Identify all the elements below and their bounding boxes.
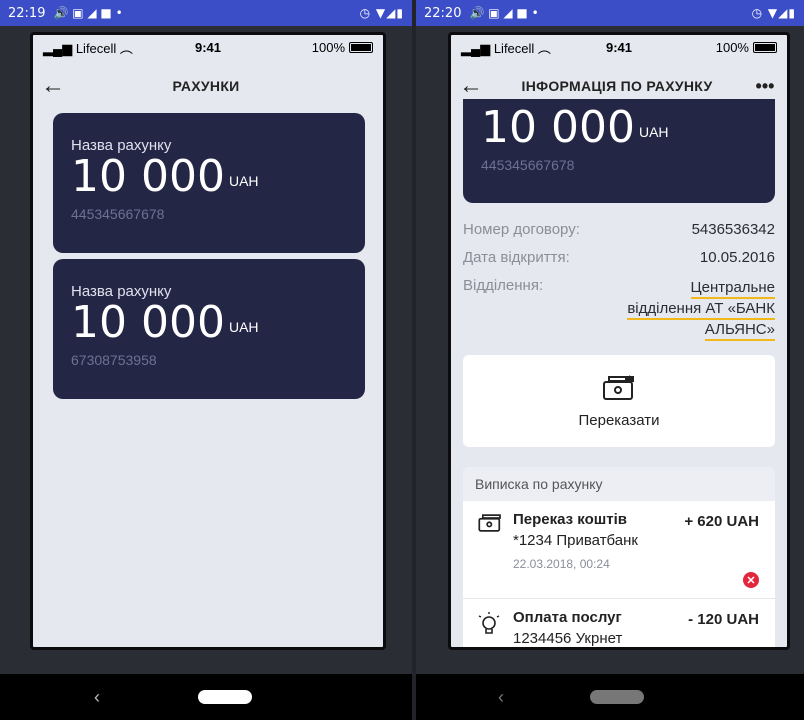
account-card-1[interactable]: Назва рахунку 10 000 UAH 445345667678 <box>53 113 365 253</box>
transfer-button[interactable]: Переказати <box>463 355 775 447</box>
android-time: 22:19 <box>8 5 46 21</box>
nav-back-icon[interactable]: ‹ <box>498 687 504 708</box>
ios-status-bar: ▂▄▆ Lifecell ︵ 9:41 100% <box>451 35 787 59</box>
page-title: РАХУНКИ <box>172 78 240 94</box>
transaction-row[interactable]: Переказ коштів + 620 UAH *1234 Приватбан… <box>463 501 775 599</box>
branch-label: Відділення: <box>463 277 544 294</box>
android-time: 22:20 <box>424 5 462 21</box>
transaction-amount: - 120 UAH <box>688 611 759 628</box>
android-status-bar-right: 22:20 🔊 ▣ ◢ ■ • ◷ ▼◢▮ <box>416 0 804 26</box>
home-pill-icon[interactable] <box>590 690 644 704</box>
ios-status-bar: ▂▄▆ Lifecell ︵ 9:41 100% <box>33 35 383 59</box>
account-number: 67308753958 <box>71 352 157 368</box>
branch-value: Центральне відділення АТ «БАНК АЛЬЯНС» <box>627 277 775 341</box>
nav-bar: ← ІНФОРМАЦІЯ ПО РАХУНКУ ••• <box>451 63 787 109</box>
account-currency: UAH <box>228 319 259 335</box>
transaction-row[interactable]: Оплата послуг - 120 UAH 1234456 Укрнет <box>463 599 775 647</box>
account-currency: UAH <box>638 124 669 140</box>
nav-back-icon[interactable]: ‹ <box>94 687 100 708</box>
android-nav-bar-left: ‹ <box>0 674 412 720</box>
error-status-icon: ✕ <box>743 572 759 588</box>
account-card-2[interactable]: Назва рахунку 10 000 UAH 67308753958 <box>53 259 365 399</box>
android-indicators: 🔊 ▣ ◢ ■ • <box>53 6 123 20</box>
account-amount: 10 000 <box>71 297 225 348</box>
android-indicators: 🔊 ▣ ◢ ■ • <box>469 6 539 20</box>
battery-percent: 100% <box>311 39 345 55</box>
back-arrow-icon[interactable]: ← <box>33 72 73 100</box>
more-icon[interactable]: ••• <box>743 76 787 97</box>
account-amount: 10 000 <box>481 102 635 153</box>
transaction-subtitle: *1234 Приватбанк <box>513 532 638 549</box>
transfer-label: Переказати <box>578 411 660 429</box>
account-amount: 10 000 <box>71 151 225 202</box>
contract-row: Номер договору: 5436536342 <box>451 221 787 238</box>
opened-value: 10.05.2016 <box>699 249 775 266</box>
contract-value: 5436536342 <box>691 221 775 238</box>
nav-bar: ← РАХУНКИ <box>33 63 383 109</box>
money-transfer-icon <box>478 514 501 532</box>
carrier-name: Lifecell <box>75 40 117 56</box>
android-status-bar-left: 22:19 🔊 ▣ ◢ ■ • ◷ ▼◢▮ <box>0 0 412 26</box>
opened-label: Дата відкриття: <box>463 249 570 266</box>
android-system-icons: ◷ ▼◢▮ <box>359 6 404 20</box>
branch-line-3: АЛЬЯНС» <box>704 321 775 341</box>
statement-panel: Виписка по рахунку Переказ коштів + 620 … <box>463 467 775 647</box>
battery-percent: 100% <box>715 39 749 55</box>
battery-icon <box>752 41 777 53</box>
screen-right: ▂▄▆ Lifecell ︵ 9:41 100% ← ІНФОРМАЦІЯ ПО… <box>448 32 790 650</box>
home-pill-icon[interactable] <box>198 690 252 704</box>
contract-label: Номер договору: <box>463 221 580 238</box>
signal-icon: ▂▄▆ <box>43 40 76 56</box>
battery-icon <box>349 41 373 53</box>
account-number: 445345667678 <box>481 157 575 173</box>
wifi-icon: ︵ <box>534 40 551 56</box>
branch-line-1: Центральне <box>690 279 775 299</box>
ios-clock: 9:41 <box>194 39 222 55</box>
statement-header: Виписка по рахунку <box>463 467 775 501</box>
wifi-icon: ︵ <box>116 40 133 56</box>
signal-icon: ▂▄▆ <box>461 40 494 56</box>
opened-row: Дата відкриття: 10.05.2016 <box>451 249 787 266</box>
money-transfer-icon <box>603 374 634 400</box>
ios-clock: 9:41 <box>605 39 632 55</box>
branch-line-2: відділення АТ «БАНК <box>627 300 775 320</box>
lightbulb-icon <box>478 612 500 634</box>
account-currency: UAH <box>228 173 259 189</box>
page-title: ІНФОРМАЦІЯ ПО РАХУНКУ <box>521 78 713 94</box>
account-number: 445345667678 <box>71 206 165 222</box>
transaction-amount: + 620 UAH <box>684 513 759 530</box>
transaction-subtitle: 1234456 Укрнет <box>513 630 623 647</box>
carrier-name: Lifecell <box>493 40 535 56</box>
branch-row: Відділення: Центральне відділення АТ «БА… <box>451 277 787 341</box>
android-system-icons: ◷ ▼◢▮ <box>751 6 796 20</box>
screen-left: ▂▄▆ Lifecell ︵ 9:41 100% ← РАХУНКИ Назва… <box>30 32 386 650</box>
transaction-date: 22.03.2018, 00:24 <box>513 557 610 571</box>
android-nav-bar-right: ‹ <box>416 674 804 720</box>
back-arrow-icon[interactable]: ← <box>451 72 491 100</box>
